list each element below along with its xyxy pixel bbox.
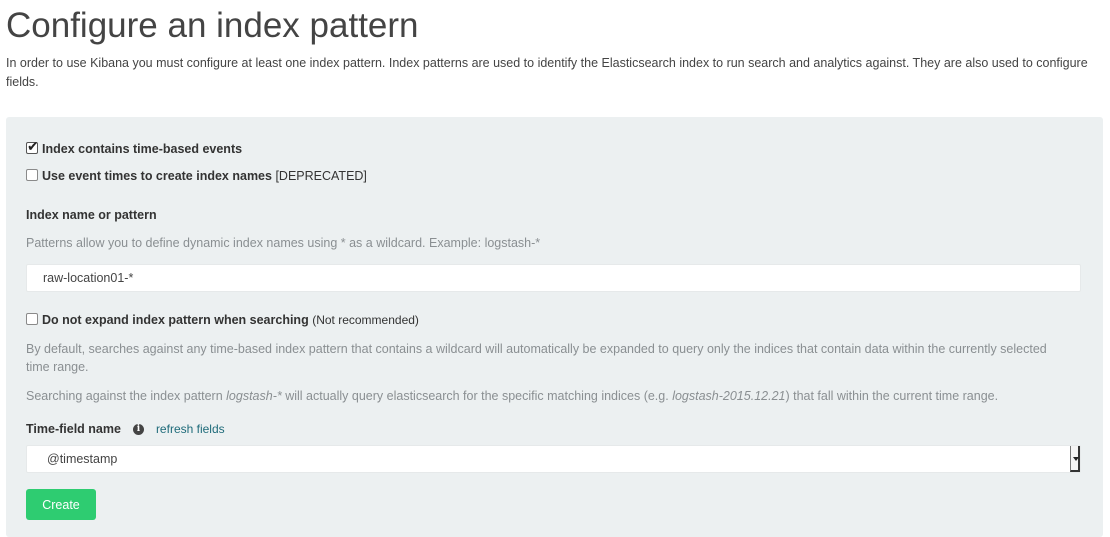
expand-help-2-prefix: Searching against the index pattern <box>26 389 227 403</box>
index-example: logstash-2015.12.21 <box>672 389 786 403</box>
expand-help-2-suffix: ) that fall within the current time rang… <box>785 389 999 403</box>
index-field-help: Patterns allow you to define dynamic ind… <box>26 236 541 250</box>
no-expand-label: Do not expand index pattern when searchi… <box>42 313 309 327</box>
expand-help-1: By default, searches against any time-ba… <box>26 342 1047 374</box>
pattern-example: logstash-* <box>226 389 282 403</box>
dropdown-arrow-icon[interactable] <box>1070 446 1080 472</box>
deprecated-tag: [DEPRECATED] <box>275 169 367 183</box>
intro-text: In order to use Kibana you must configur… <box>6 56 1088 89</box>
time-field-label: Time-field name <box>26 422 121 436</box>
expand-help-2-mid: will actually query elasticsearch for th… <box>281 389 673 403</box>
time-field-selected: @timestamp <box>47 452 118 466</box>
index-pattern-input[interactable]: raw-location01-* <box>26 264 1081 292</box>
info-icon[interactable]: i <box>132 423 144 435</box>
time-based-label: Index contains time-based events <box>42 142 243 156</box>
time-field-row: Time-field name i refresh fields <box>26 422 225 436</box>
no-expand-option[interactable]: Do not expand index pattern when searchi… <box>26 312 419 328</box>
event-times-option[interactable]: Use event times to create index names [D… <box>26 168 367 184</box>
time-field-select[interactable]: @timestamp <box>26 445 1081 473</box>
create-button[interactable]: Create <box>26 489 96 520</box>
index-field-label: Index name or pattern <box>26 208 157 222</box>
page-title: Configure an index pattern <box>6 6 419 45</box>
check-icon: ✔ <box>27 138 39 154</box>
no-expand-checkbox[interactable] <box>26 313 38 325</box>
expand-help-2: Searching against the index pattern logs… <box>26 387 998 405</box>
time-based-checkbox[interactable]: ✔ <box>26 138 39 154</box>
config-panel: ✔ Index contains time-based events Use ev… <box>6 117 1103 537</box>
refresh-fields-link[interactable]: refresh fields <box>156 422 225 436</box>
not-recommended-tag: (Not recommended) <box>312 313 419 327</box>
event-times-label: Use event times to create index names <box>42 169 272 183</box>
event-times-checkbox[interactable] <box>26 169 38 181</box>
time-based-option[interactable]: ✔ Index contains time-based events <box>26 138 243 157</box>
